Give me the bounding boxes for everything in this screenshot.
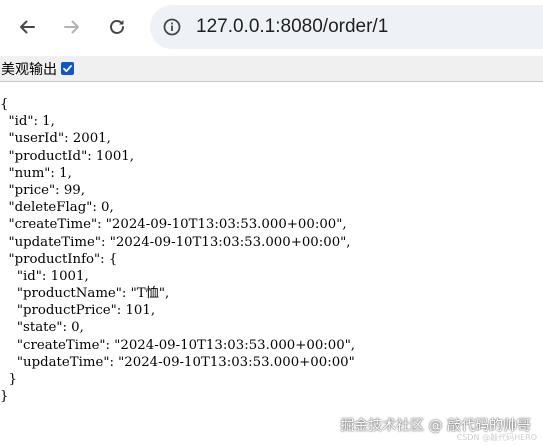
json-line: "createTime": "2024-09-10T13:03:53.000+0… [0, 217, 347, 233]
pretty-print-bar: 美观输出 [0, 56, 543, 82]
watermark-subtext: CSDN @敲代码HERO [456, 433, 537, 442]
json-line: } [0, 389, 9, 405]
back-button[interactable] [10, 10, 44, 44]
json-line: "productId": 1001, [0, 148, 134, 164]
json-line: "state": 0, [0, 320, 84, 336]
json-content: { "id": 1, "userId": 2001, "productId": … [0, 96, 355, 405]
site-info-button[interactable] [158, 13, 186, 41]
json-line: "id": 1001, [0, 268, 89, 284]
arrow-right-icon [64, 20, 79, 34]
browser-toolbar: 127.0.0.1:8080/order/1 [0, 0, 543, 56]
json-line: "updateTime": "2024-09-10T13:03:53.000+0… [0, 234, 351, 250]
json-line: "productName": "T恤", [0, 286, 170, 302]
json-line: "productPrice": 101, [0, 303, 156, 319]
json-line: "userId": 2001, [0, 131, 111, 147]
json-line: { [0, 97, 9, 112]
pretty-print-label: 美观输出 [1, 61, 57, 78]
json-line: "num": 1, [0, 165, 72, 181]
arrow-left-icon [20, 20, 35, 34]
pretty-print-checkbox[interactable] [61, 62, 74, 75]
address-bar[interactable]: 127.0.0.1:8080/order/1 [150, 5, 543, 49]
json-line: "deleteFlag": 0, [0, 200, 114, 216]
json-line: "createTime": "2024-09-10T13:03:53.000+0… [0, 337, 356, 353]
info-circle-icon [163, 18, 181, 36]
json-line: "productInfo": { [0, 251, 118, 267]
json-line: "price": 99, [0, 182, 85, 198]
json-line: "id": 1, [0, 114, 55, 130]
json-line: } [0, 372, 17, 387]
reload-icon [110, 20, 124, 34]
forward-button[interactable] [55, 10, 89, 44]
url-text[interactable]: 127.0.0.1:8080/order/1 [196, 16, 388, 38]
json-line: "updateTime": "2024-09-10T13:03:53.000+0… [0, 354, 355, 370]
reload-button[interactable] [100, 10, 134, 44]
checkmark-icon [63, 65, 72, 73]
